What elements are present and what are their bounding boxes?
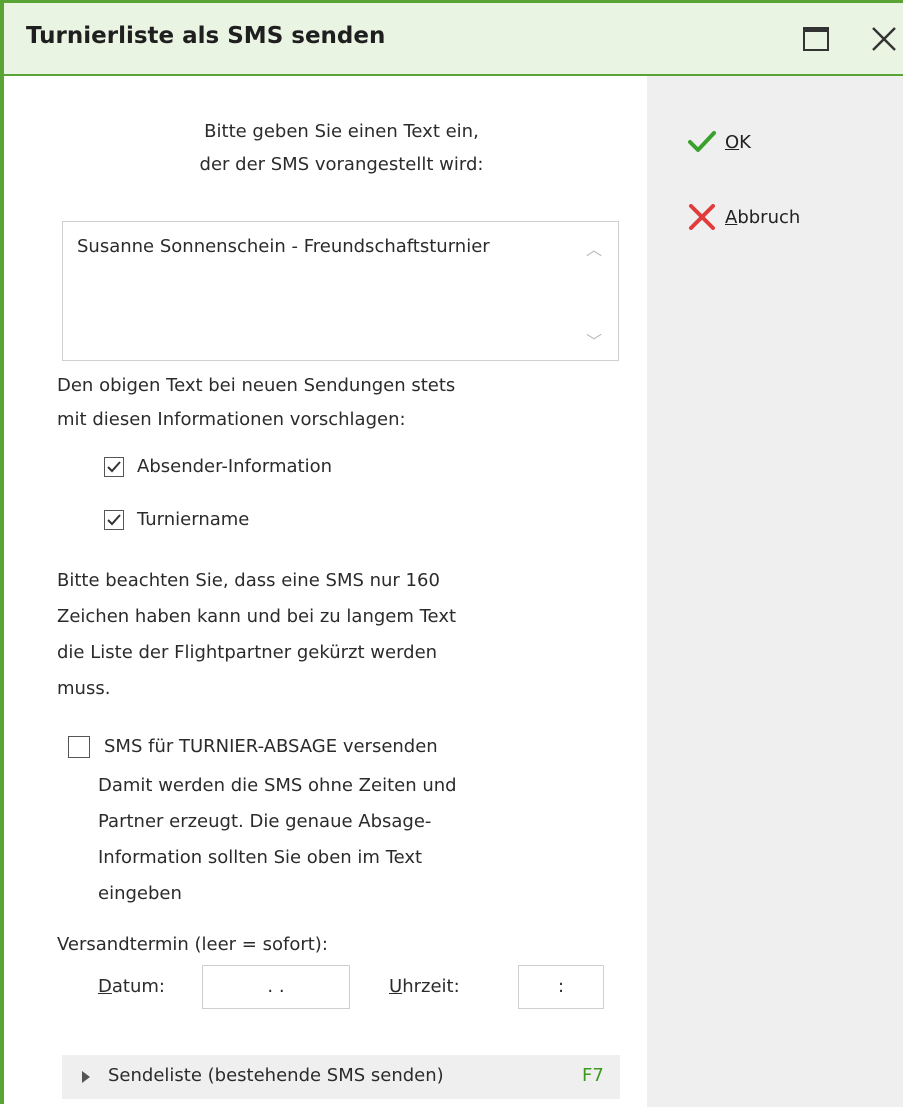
prompt-line-2: der der SMS vorangestellt wird:: [199, 154, 484, 175]
cancel-button[interactable]: Abbruch: [687, 204, 800, 230]
date-label-rest: atum:: [111, 976, 165, 997]
window-title: Turnierliste als SMS senden: [26, 23, 386, 49]
absender-information-label[interactable]: Absender-Information: [137, 456, 332, 477]
scroll-up-icon[interactable]: ︿: [586, 236, 602, 260]
prompt-text: Bitte geben Sie einen Text ein, der der …: [64, 115, 619, 181]
ok-label-rest: K: [739, 131, 751, 153]
turnier-absage-checkbox[interactable]: [68, 736, 90, 758]
turnier-absage-label[interactable]: SMS für TURNIER-ABSAGE versenden: [104, 736, 438, 757]
suggest-text: Den obigen Text bei neuen Sendungen stet…: [57, 369, 455, 437]
sendlist-expander[interactable]: Sendeliste (bestehende SMS senden) F7: [62, 1055, 620, 1099]
suggest-line-2: mit diesen Informationen vorschlagen:: [57, 409, 406, 430]
cancel-mnemonic: A: [725, 206, 738, 228]
turniername-checkbox[interactable]: [104, 510, 124, 530]
absage-desc-line-1: Damit werden die SMS ohne Zeiten und: [98, 775, 457, 796]
notice-line-4: muss.: [57, 678, 111, 699]
time-input[interactable]: :: [518, 965, 604, 1009]
ok-button[interactable]: OK: [687, 130, 751, 154]
cancel-label-rest: bbruch: [737, 206, 801, 228]
maximize-icon[interactable]: [796, 19, 836, 59]
expand-arrow-icon: [82, 1071, 90, 1083]
check-icon: [688, 131, 716, 152]
time-label: Uhrzeit:: [389, 976, 460, 997]
absage-desc-line-4: eingeben: [98, 883, 182, 904]
suggest-line-1: Den obigen Text bei neuen Sendungen stet…: [57, 375, 456, 396]
time-label-mnemonic: U: [389, 976, 403, 997]
absender-information-checkbox[interactable]: [104, 457, 124, 477]
notice-line-1: Bitte beachten Sie, dass eine SMS nur 16…: [57, 570, 440, 591]
notice-text: Bitte beachten Sie, dass eine SMS nur 16…: [57, 563, 456, 707]
sendlist-shortcut: F7: [582, 1065, 604, 1086]
sms-prefix-value: Susanne Sonnenschein - Freundschaftsturn…: [77, 236, 490, 257]
cancel-label: Abbruch: [725, 207, 800, 228]
time-label-rest: hrzeit:: [402, 976, 460, 997]
dialog-window: Turnierliste als SMS senden Bitte geben …: [0, 0, 903, 1107]
absage-desc-line-2: Partner erzeugt. Die genaue Absage-: [98, 811, 432, 832]
sendlist-label: Sendeliste (bestehende SMS senden): [108, 1065, 444, 1086]
title-bar: Turnierliste als SMS senden: [4, 3, 903, 76]
notice-line-2: Zeichen haben kann und bei zu langem Tex…: [57, 606, 457, 627]
absage-desc-line-3: Information sollten Sie oben im Text: [98, 847, 423, 868]
cancel-x-icon: [689, 204, 715, 230]
scroll-down-icon[interactable]: ﹀: [586, 328, 602, 352]
date-label: Datum:: [98, 976, 165, 997]
checkmark-icon: [107, 461, 121, 473]
turnier-absage-description: Damit werden die SMS ohne Zeiten und Par…: [98, 768, 457, 912]
ok-mnemonic: O: [725, 131, 740, 153]
action-panel: OK Abbruch: [647, 76, 903, 1107]
close-icon[interactable]: [864, 19, 903, 59]
ok-label: OK: [725, 132, 751, 153]
schedule-heading: Versandtermin (leer = sofort):: [57, 934, 328, 955]
date-input[interactable]: . .: [202, 965, 350, 1009]
notice-line-3: die Liste der Flightpartner gekürzt werd…: [57, 642, 438, 663]
sms-prefix-textarea[interactable]: Susanne Sonnenschein - Freundschaftsturn…: [62, 221, 619, 361]
prompt-line-1: Bitte geben Sie einen Text ein,: [204, 121, 479, 142]
checkmark-icon: [107, 514, 121, 526]
turniername-label[interactable]: Turniername: [137, 509, 249, 530]
date-label-mnemonic: D: [98, 976, 112, 997]
